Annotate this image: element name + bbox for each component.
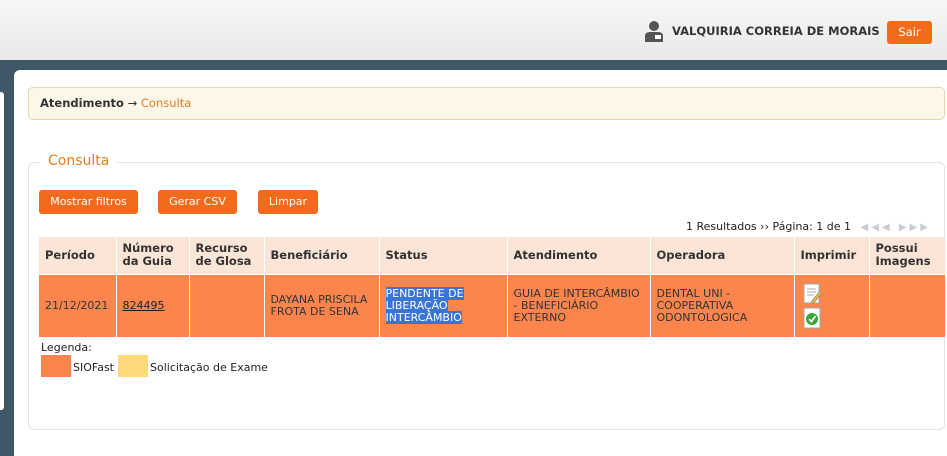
legend-label-exame: Solicitação de Exame [150,361,268,374]
side-panel-edge [0,92,4,410]
generate-csv-button[interactable]: Gerar CSV [158,190,237,214]
results-count: 1 Resultados ›› [686,220,769,233]
show-filters-button[interactable]: Mostrar filtros [39,190,138,214]
col-recurso-glosa[interactable]: Recurso de Glosa [189,237,265,274]
panel-title: Consulta [40,153,118,169]
col-numero-guia[interactable]: Número da Guia [116,237,190,274]
col-possui-imagens: Possui Imagens [869,237,946,274]
user-name: VALQUIRIA CORREIA DE MORAIS [672,24,880,38]
col-imprimir: Imprimir [794,237,870,274]
print-check-icon[interactable] [801,306,823,330]
cell-imprimir [794,273,870,337]
cell-possui-imagens [869,273,946,337]
page-indicator: Página: 1 de 1 [772,220,852,233]
prev-page-icon[interactable]: ◀ [882,222,893,233]
clear-button[interactable]: Limpar [258,190,318,214]
status-text: PENDENTE DE LIBERAÇÃO INTERCÂMBIO [385,286,464,324]
results-table: Período Número da Guia Recurso de Glosa … [39,237,946,337]
user-icon [645,21,663,42]
cell-periodo: 21/12/2021 [39,273,117,337]
col-operadora[interactable]: Operadora [650,237,795,274]
legend-swatch-exame [118,355,148,377]
last-page-icon[interactable]: ▶▶ [910,222,931,233]
legend-label-siofast: SIOFast [73,361,114,374]
cell-numero-guia: 824495 [116,273,190,337]
top-bar: VALQUIRIA CORREIA DE MORAIS Sair [0,0,947,60]
pager: 1 Resultados ›› Página: 1 de 1 ◀◀◀ ▶▶▶ [686,220,931,233]
cell-recurso-glosa [189,273,265,337]
first-page-icon[interactable]: ◀◀ [861,222,882,233]
col-periodo[interactable]: Período [39,237,117,274]
col-atendimento[interactable]: Atendimento [507,237,651,274]
print-document-icon[interactable] [801,282,823,306]
logout-button[interactable]: Sair [887,21,932,44]
breadcrumb-root: Atendimento [40,96,124,110]
col-status[interactable]: Status [379,237,508,274]
breadcrumb-separator: → [127,96,138,110]
next-page-icon[interactable]: ▶ [899,222,910,233]
cell-atendimento: GUIA DE INTERCÂMBIO - BENEFICIÁRIO EXTER… [507,273,651,337]
breadcrumb: Atendimento → Consulta [28,87,945,120]
legend-swatch-siofast [41,355,71,377]
pager-nav-icons[interactable]: ◀◀◀ ▶▶▶ [861,222,931,233]
breadcrumb-current[interactable]: Consulta [141,96,191,110]
table-row[interactable]: 21/12/2021 824495 DAYANA PRISCILA FROTA … [39,273,946,337]
cell-beneficiario: DAYANA PRISCILA FROTA DE SENA [264,273,380,337]
cell-status: PENDENTE DE LIBERAÇÃO INTERCÂMBIO [379,273,508,337]
cell-operadora: DENTAL UNI - COOPERATIVA ODONTOLOGICA [650,273,795,337]
table-header-row: Período Número da Guia Recurso de Glosa … [39,237,946,274]
guia-number-link[interactable]: 824495 [123,299,165,312]
legend-title: Legenda: [41,341,92,354]
col-beneficiario[interactable]: Beneficiário [264,237,380,274]
